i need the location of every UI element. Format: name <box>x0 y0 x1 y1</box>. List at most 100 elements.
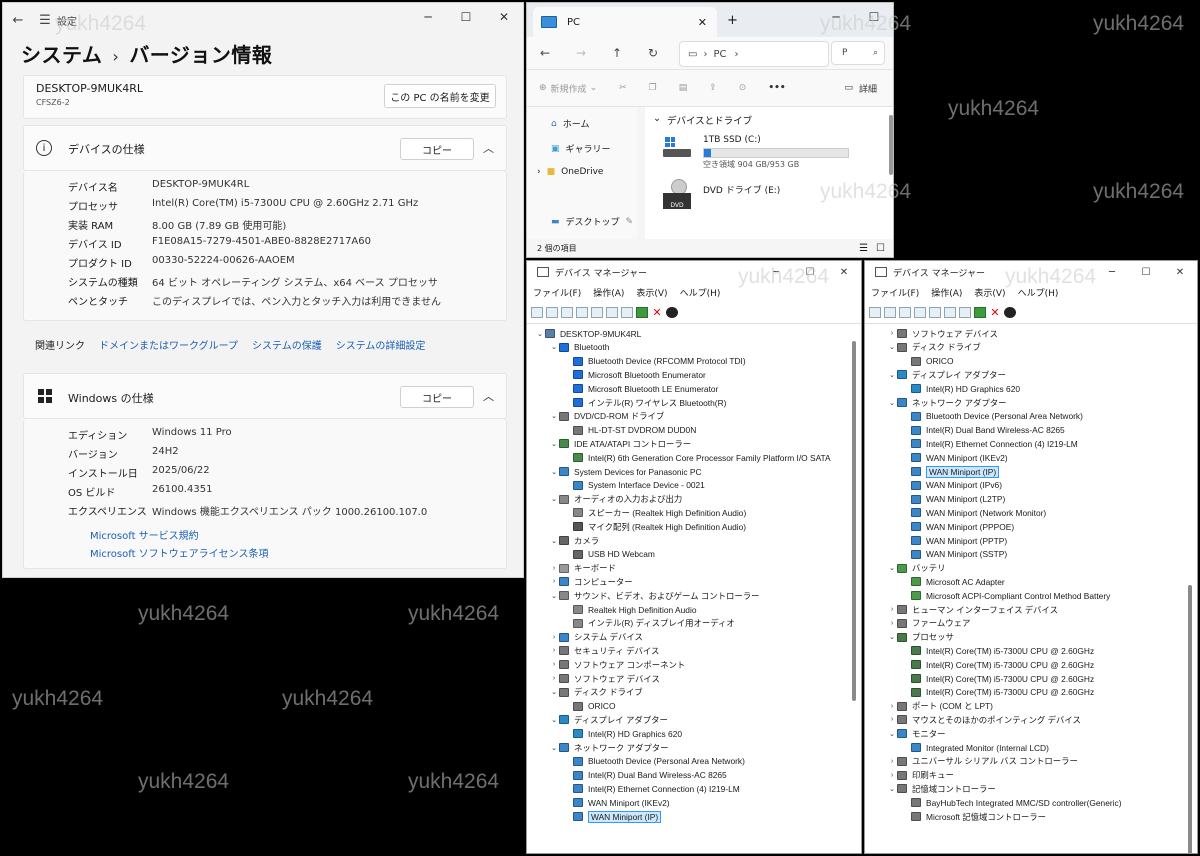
expand-chevron-icon[interactable]: ⌄ <box>887 564 897 572</box>
device-item[interactable]: WAN Miniport (IKEv2) <box>563 796 670 809</box>
device-category[interactable]: ⌄ ディスク ドライブ <box>549 686 643 699</box>
device-category[interactable]: ⌄ カメラ <box>549 534 599 547</box>
collapse-chevron-icon[interactable]: › <box>549 634 559 641</box>
device-category[interactable]: › システム デバイス <box>549 631 643 644</box>
expand-chevron-icon[interactable]: ⌄ <box>887 371 897 379</box>
minimize-icon[interactable]: ─ <box>759 261 793 283</box>
help-icon[interactable] <box>929 306 941 318</box>
refresh-icon[interactable]: ↻ <box>635 46 671 60</box>
paste-icon[interactable]: ▤ <box>679 83 688 93</box>
close-icon[interactable]: ✕ <box>827 261 861 283</box>
new-button[interactable]: 新規作成 <box>551 82 587 95</box>
link-domain-workgroup[interactable]: ドメインまたはワークグループ <box>99 337 238 352</box>
section-header[interactable]: ⌄ デバイスとドライブ <box>653 113 752 127</box>
expand-chevron-icon[interactable]: ⌄ <box>887 343 897 351</box>
device-item[interactable]: WAN Miniport (IPv6) <box>901 479 1002 492</box>
expand-chevron-icon[interactable]: ⌄ <box>887 730 897 738</box>
new-tab-icon[interactable]: + <box>727 13 738 28</box>
list-icon[interactable] <box>914 306 926 318</box>
copy-windows-spec-button[interactable]: コピー <box>400 386 474 408</box>
device-category[interactable]: ⌄ ネットワーク アダプター <box>887 396 1006 409</box>
device-category[interactable]: ⌄ オーディオの入力および出力 <box>549 493 682 506</box>
device-item[interactable]: Intel(R) Core(TM) i5-7300U CPU @ 2.60GHz <box>901 672 1094 685</box>
menu-help[interactable]: ヘルプ(H) <box>1018 286 1059 299</box>
expand-chevron-icon[interactable]: ⌄ <box>887 633 897 641</box>
maximize-icon[interactable]: ☐ <box>855 3 893 31</box>
copy-device-spec-button[interactable]: コピー <box>400 138 474 160</box>
device-item[interactable]: WAN Miniport (Network Monitor) <box>901 506 1046 519</box>
collapse-chevron-icon[interactable]: › <box>549 578 559 585</box>
device-category[interactable]: › セキュリティ デバイス <box>549 644 660 657</box>
help-icon[interactable] <box>591 306 603 318</box>
scrollbar[interactable] <box>1185 325 1195 853</box>
device-item[interactable]: Intel(R) Core(TM) i5-7300U CPU @ 2.60GHz <box>901 644 1094 657</box>
windows-spec-header[interactable]: Windows の仕様 コピー ︿ <box>23 373 507 419</box>
device-item[interactable]: スピーカー (Realtek High Definition Audio) <box>563 506 746 519</box>
details-button[interactable]: 詳細 <box>859 82 877 95</box>
device-item[interactable]: Intel(R) Ethernet Connection (4) I219-LM <box>901 437 1078 450</box>
nav-onedrive[interactable]: › ■ OneDrive <box>537 167 603 177</box>
collapse-chevron-icon[interactable]: › <box>887 620 897 627</box>
copy-icon[interactable]: ❐ <box>649 83 657 93</box>
panel-icon[interactable] <box>944 306 956 318</box>
device-item[interactable]: HL-DT-ST DVDROM DUD0N <box>563 424 696 437</box>
list-icon[interactable] <box>576 306 588 318</box>
device-category[interactable]: ⌄ ディスク ドライブ <box>887 341 981 354</box>
device-item[interactable]: Microsoft Bluetooth Enumerator <box>563 368 706 381</box>
link-advanced-system-settings[interactable]: システムの詳細設定 <box>336 337 426 352</box>
maximize-icon[interactable]: ☐ <box>1129 261 1163 283</box>
collapse-chevron-icon[interactable]: › <box>549 565 559 572</box>
close-icon[interactable]: ✕ <box>1163 261 1197 283</box>
device-item[interactable]: Intel(R) Dual Band Wireless-AC 8265 <box>901 424 1065 437</box>
uninstall-icon[interactable]: ✕ <box>989 306 1001 319</box>
link-ms-license-terms[interactable]: Microsoft ソフトウェアライセンス条項 <box>90 545 269 560</box>
device-item[interactable]: マイク配列 (Realtek High Definition Audio) <box>563 520 746 533</box>
maximize-icon[interactable]: ☐ <box>447 3 485 31</box>
up-arrow-icon[interactable]: ↑ <box>599 46 635 60</box>
device-category[interactable]: ⌄ System Devices for Panasonic PC <box>549 465 701 478</box>
expand-chevron-icon[interactable]: ⌄ <box>549 716 559 724</box>
device-category[interactable]: › ヒューマン インターフェイス デバイス <box>887 603 1058 616</box>
device-item[interactable]: WAN Miniport (L2TP) <box>901 493 1005 506</box>
device-item[interactable]: Intel(R) HD Graphics 620 <box>901 382 1020 395</box>
minimize-icon[interactable]: ─ <box>817 3 855 31</box>
forward-icon[interactable] <box>546 306 558 318</box>
device-item[interactable]: WAN Miniport (IKEv2) <box>901 451 1008 464</box>
back-icon[interactable] <box>531 306 543 318</box>
device-item[interactable]: Intel(R) 6th Generation Core Processor F… <box>563 451 831 464</box>
rename-icon[interactable]: ⊙ <box>739 83 747 93</box>
menu-file[interactable]: ファイル(F) <box>533 286 581 299</box>
expand-chevron-icon[interactable]: ⌄ <box>549 592 559 600</box>
device-category[interactable]: ⌄ プロセッサ <box>887 631 954 644</box>
update-driver-icon[interactable] <box>636 306 648 318</box>
properties-icon[interactable] <box>561 306 573 318</box>
menu-action[interactable]: 操作(A) <box>931 286 962 299</box>
expand-chevron-icon[interactable]: ⌄ <box>535 330 545 338</box>
expand-chevron-icon[interactable]: ⌄ <box>549 537 559 545</box>
maximize-icon[interactable]: ☐ <box>793 261 827 283</box>
device-item[interactable]: Microsoft ACPI-Compliant Control Method … <box>901 589 1110 602</box>
menu-view[interactable]: 表示(V) <box>636 286 667 299</box>
rename-pc-button[interactable]: この PC の名前を変更 <box>384 84 496 108</box>
expand-chevron-icon[interactable]: ⌄ <box>549 688 559 696</box>
nav-gallery[interactable]: ▣ ギャラリー <box>551 142 611 156</box>
device-category[interactable]: › ポート (COM と LPT) <box>887 700 993 713</box>
expand-chevron-icon[interactable]: ⌄ <box>549 343 559 351</box>
forward-arrow-icon[interactable]: → <box>563 46 599 60</box>
back-icon[interactable] <box>869 306 881 318</box>
device-category[interactable]: ⌄ サウンド、ビデオ、およびゲーム コントローラー <box>549 589 759 602</box>
details-pane-icon[interactable]: ▭ <box>844 83 853 93</box>
chevron-up-icon[interactable]: ︿ <box>483 388 494 404</box>
scrollbar[interactable] <box>849 325 859 849</box>
device-item[interactable]: WAN Miniport (PPTP) <box>901 534 1007 547</box>
minimize-icon[interactable]: ─ <box>409 3 447 31</box>
device-item[interactable]: Microsoft Bluetooth LE Enumerator <box>563 382 718 395</box>
device-category[interactable]: › ソフトウェア コンポーネント <box>549 658 685 671</box>
nav-desktop[interactable]: ▬ デスクトップ ✎ <box>551 215 633 229</box>
menu-file[interactable]: ファイル(F) <box>871 286 919 299</box>
back-arrow-icon[interactable]: ← <box>3 13 33 28</box>
expand-chevron-icon[interactable]: ⌄ <box>549 468 559 476</box>
link-ms-service-agreement[interactable]: Microsoft サービス規約 <box>90 527 199 542</box>
more-icon[interactable]: ••• <box>768 83 785 93</box>
device-item[interactable]: Integrated Monitor (Internal LCD) <box>901 741 1049 754</box>
